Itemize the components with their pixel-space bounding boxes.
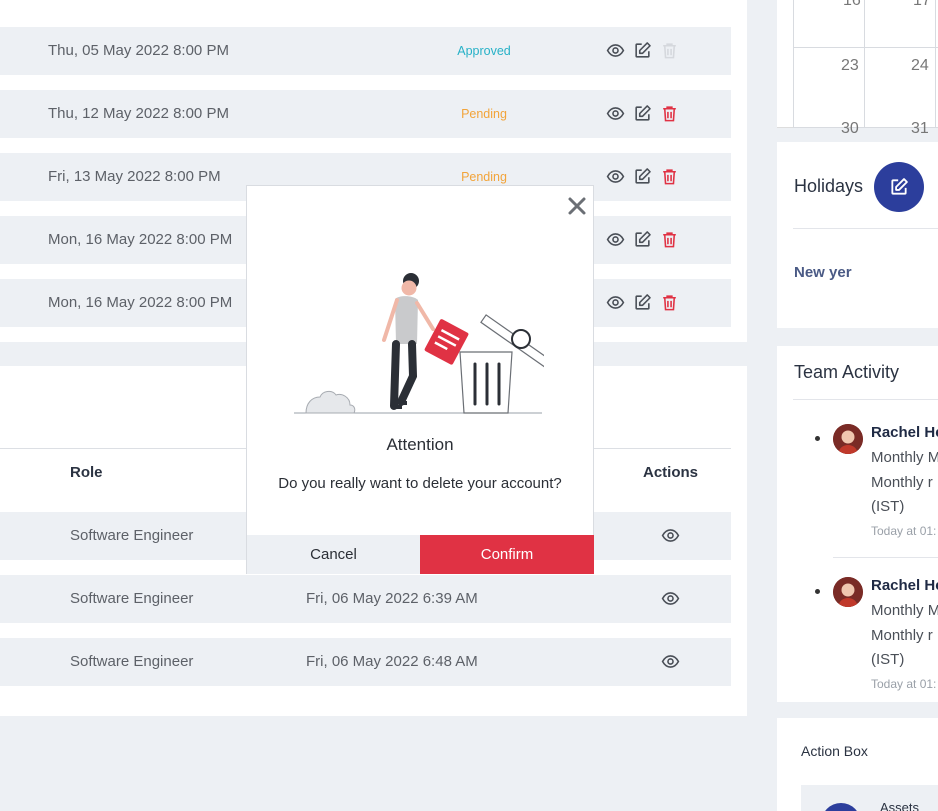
status-badge: Pending [461, 107, 507, 121]
row-date: Thu, 12 May 2022 8:00 PM [48, 105, 229, 122]
eye-icon[interactable] [606, 230, 625, 249]
bullet [815, 589, 820, 594]
row-role: Software Engineer [70, 653, 194, 670]
eye-icon[interactable] [606, 104, 625, 123]
trash-icon[interactable] [660, 167, 679, 186]
action-box-item-label: Assets [880, 800, 920, 811]
trash-illustration [294, 273, 544, 414]
row-date: Thu, 05 May 2022 8:00 PM [48, 42, 229, 59]
table-row: Software Engineer Fri, 06 May 2022 6:39 … [0, 575, 731, 623]
avatar [833, 424, 863, 454]
trash-icon[interactable] [660, 230, 679, 249]
modal-message: Do you really want to delete your accoun… [278, 475, 562, 492]
calendar-widget: 16 17 23 24 30 31 [777, 0, 938, 137]
activity-line: (IST) [871, 498, 905, 515]
activity-name[interactable]: Rachel He [871, 424, 938, 441]
calendar-day[interactable]: 31 [911, 120, 929, 138]
edit-icon[interactable] [633, 167, 652, 186]
cancel-button[interactable]: Cancel [247, 535, 420, 574]
table-row: Thu, 12 May 2022 8:00 PM Pending [0, 90, 731, 138]
asset-icon [821, 803, 861, 811]
edit-icon[interactable] [633, 293, 652, 312]
holiday-item[interactable]: New yer [794, 264, 852, 281]
column-header-actions: Actions [643, 464, 699, 481]
divider [793, 399, 938, 400]
eye-icon[interactable] [606, 167, 625, 186]
holidays-card: Holidays New yer [777, 142, 938, 328]
delete-confirmation-modal: Attention Do you really want to delete y… [246, 185, 594, 574]
bullet [815, 436, 820, 441]
calendar-day[interactable]: 17 [913, 0, 931, 10]
edit-icon [891, 178, 908, 195]
eye-icon[interactable] [661, 652, 680, 671]
edit-holidays-button[interactable] [874, 162, 924, 212]
row-role: Software Engineer [70, 527, 194, 544]
team-activity-card: Team Activity Rachel He Monthly M Monthl… [777, 346, 938, 702]
eye-icon[interactable] [661, 589, 680, 608]
row-datetime: Fri, 06 May 2022 6:48 AM [306, 653, 478, 670]
activity-line: Monthly M [871, 449, 938, 466]
edit-icon[interactable] [633, 104, 652, 123]
holidays-title: Holidays [794, 176, 864, 196]
modal-title: Attention [386, 435, 454, 454]
activity-line: Monthly r [871, 474, 933, 491]
activity-name[interactable]: Rachel He [871, 577, 938, 594]
eye-icon[interactable] [606, 293, 625, 312]
action-box-card: Action Box Assets [777, 718, 938, 811]
action-box-title: Action Box [801, 743, 868, 759]
divider [793, 228, 938, 229]
activity-line: Monthly r [871, 627, 933, 644]
table-row: Software Engineer Fri, 06 May 2022 6:48 … [0, 638, 731, 686]
table-row: Thu, 05 May 2022 8:00 PM Approved [0, 27, 731, 75]
divider [833, 557, 938, 558]
row-date: Mon, 16 May 2022 8:00 PM [48, 231, 233, 248]
calendar-day[interactable]: 30 [841, 120, 859, 138]
action-box-item[interactable]: Assets [801, 785, 938, 811]
close-icon[interactable] [567, 196, 587, 216]
eye-icon[interactable] [606, 41, 625, 60]
edit-icon[interactable] [633, 230, 652, 249]
calendar-day[interactable]: 24 [911, 57, 929, 75]
trash-icon [663, 43, 676, 59]
activity-time: Today at 01: [871, 524, 937, 538]
row-datetime: Fri, 06 May 2022 6:39 AM [306, 590, 478, 607]
edit-icon[interactable] [633, 41, 652, 60]
row-date: Fri, 13 May 2022 8:00 PM [48, 168, 221, 185]
column-header-role: Role [70, 464, 103, 481]
status-badge: Approved [457, 44, 511, 58]
team-activity-title: Team Activity [794, 362, 900, 382]
activity-line: Monthly M [871, 602, 938, 619]
confirm-button[interactable]: Confirm [420, 535, 594, 574]
trash-icon[interactable] [660, 104, 679, 123]
trash-icon[interactable] [660, 293, 679, 312]
eye-icon[interactable] [661, 526, 680, 545]
activity-time: Today at 01: [871, 677, 937, 691]
calendar-day[interactable]: 23 [841, 57, 859, 75]
row-date: Mon, 16 May 2022 8:00 PM [48, 294, 233, 311]
activity-line: (IST) [871, 651, 905, 668]
avatar [833, 577, 863, 607]
calendar-day[interactable]: 16 [843, 0, 861, 10]
row-role: Software Engineer [70, 590, 194, 607]
